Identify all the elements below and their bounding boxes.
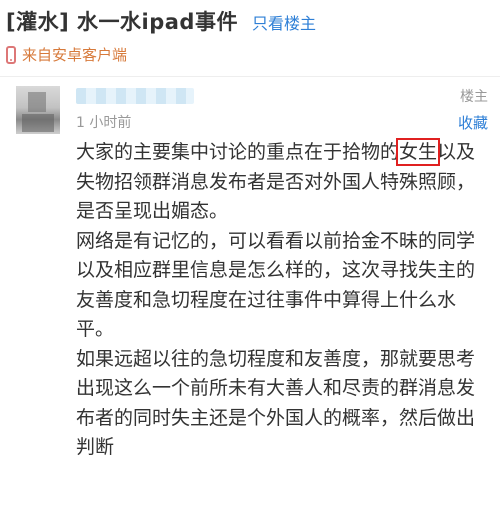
paragraph-3: 如果远超以往的急切程度和友善度，那就要思考出现这么一个前所未有大善人和尽责的群消… [76,347,476,459]
username-blurred[interactable] [76,88,194,104]
avatar[interactable] [16,86,60,134]
paragraph-2: 网络是有记忆的，可以看看以前拾金不昧的同学以及相应群里信息是怎么样的，这次寻找失… [76,229,476,341]
only-op-button[interactable]: 只看楼主 [252,10,316,34]
paragraph-1: 大家的主要集中讨论的重点在于拾物的女生以及失物招领群消息发布者是否对外国人特殊照… [76,138,492,227]
divider [0,76,500,77]
header: [灌水] 水一水ipad事件 只看楼主 [6,6,316,36]
op-badge: 楼主 [460,89,488,105]
post-time: 1 小时前 [76,115,132,131]
highlighted-word: 女生 [396,138,441,166]
client-source: 来自安卓客户端 [6,44,127,65]
phone-icon [6,45,16,64]
thread-title: [灌水] 水一水ipad事件 [6,10,238,34]
collect-button[interactable]: 收藏 [458,112,488,133]
paragraph-1-before: 大家的主要集中讨论的重点在于拾物的 [76,141,400,163]
source-label: 来自安卓客户端 [22,46,128,64]
post-content: 大家的主要集中讨论的重点在于拾物的女生以及失物招领群消息发布者是否对外国人特殊照… [76,138,492,463]
